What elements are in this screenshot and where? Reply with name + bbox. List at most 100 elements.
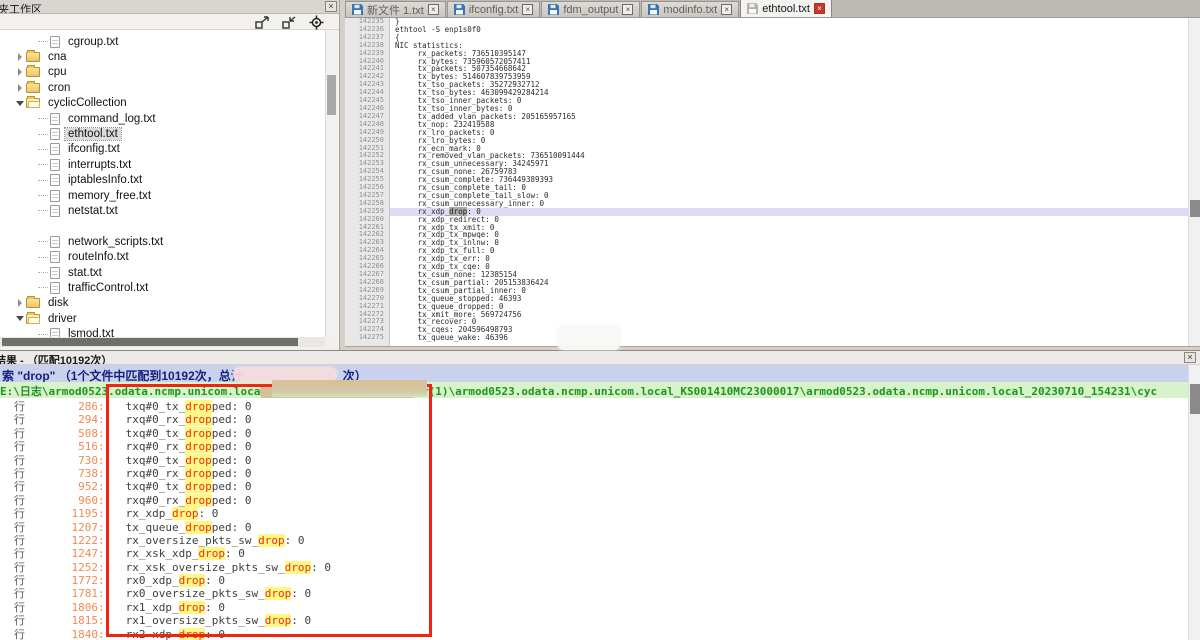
results-vertical-scrollbar[interactable]	[1188, 365, 1200, 640]
line-number: 142275	[345, 334, 384, 342]
tree-item-cgroup-txt[interactable]: cgroup.txt	[0, 34, 325, 49]
search-result-row[interactable]: 行1815:rx1_oversize_pkts_sw_drop: 0	[0, 612, 1188, 625]
floppy-icon	[352, 4, 363, 15]
search-result-row[interactable]: 行1772:rx0_xdp_drop: 0	[0, 572, 1188, 585]
tree-item-stat-txt[interactable]: stat.txt	[0, 265, 325, 280]
editor-vertical-scrollbar-thumb[interactable]	[1190, 200, 1200, 217]
tree-vertical-scrollbar[interactable]	[325, 30, 336, 337]
close-icon[interactable]: ×	[814, 3, 825, 14]
tree-vertical-scrollbar-thumb[interactable]	[327, 75, 336, 115]
tab-ifconfig-txt[interactable]: ifconfig.txt×	[447, 1, 541, 17]
search-result-row[interactable]: 行1207:tx_queue_dropped: 0	[0, 519, 1188, 532]
result-row-line-number: 1252	[34, 561, 98, 574]
tree-item-routeinfo-txt[interactable]: routeInfo.txt	[0, 249, 325, 264]
close-icon[interactable]: ×	[325, 1, 337, 12]
censored-tree-row	[0, 219, 325, 234]
tree-item-netstat-txt[interactable]: netstat.txt	[0, 203, 325, 218]
tree-item-label: netstat.txt	[65, 205, 121, 217]
search-result-row[interactable]: 行730:txq#0_tx_dropped: 0	[0, 452, 1188, 465]
chevron-right-icon[interactable]	[14, 68, 26, 76]
tree-item-ethtool-txt[interactable]: ethtool.txt	[0, 126, 325, 141]
tab-modinfo-txt[interactable]: modinfo.txt×	[641, 1, 739, 17]
tree-item-cron[interactable]: cron	[0, 80, 325, 95]
editor-body[interactable]: 1422351422361422371422381422391422401422…	[345, 18, 1200, 347]
chevron-down-icon[interactable]	[14, 316, 26, 321]
tree-item-disk[interactable]: disk	[0, 296, 325, 311]
search-result-row[interactable]: 行738:rxq#0_rx_dropped: 0	[0, 465, 1188, 478]
tree-item-lsmod-txt[interactable]: lsmod.txt	[0, 326, 325, 337]
tree-horizontal-scrollbar[interactable]	[0, 337, 325, 347]
chevron-right-icon[interactable]	[14, 53, 26, 61]
tab-fdm-output[interactable]: fdm_output×	[541, 1, 640, 17]
tab-ethtool-txt[interactable]: ethtool.txt×	[740, 0, 832, 17]
tree-item-label: driver	[45, 313, 80, 325]
match-highlight: drop	[198, 547, 225, 560]
search-result-row[interactable]: 行516:rxq#0_rx_dropped: 0	[0, 438, 1188, 451]
result-row-text: txq#0_tx_dropped: 0	[126, 454, 252, 467]
file-tree[interactable]: cgroup.txt cna cpucron cyclicCollection comm…	[0, 30, 325, 337]
chevron-right-icon[interactable]	[14, 84, 26, 92]
search-result-row[interactable]: 行1195:rx_xdp_drop: 0	[0, 505, 1188, 518]
search-result-row[interactable]: 行286:txq#0_tx_dropped: 0	[0, 398, 1188, 411]
result-row-text: txq#0_tx_dropped: 0	[126, 480, 252, 493]
tree-item-interrupts-txt[interactable]: interrupts.txt	[0, 157, 325, 172]
search-result-row[interactable]: 行1806:rx1_xdp_drop: 0	[0, 599, 1188, 612]
tree-item-ifconfig-txt[interactable]: ifconfig.txt	[0, 142, 325, 157]
search-result-row[interactable]: 行1840:rx2_xdp_drop: 0	[0, 626, 1188, 639]
search-result-row[interactable]: 行952:txq#0_tx_dropped: 0	[0, 478, 1188, 491]
tree-item-label: cyclicCollection	[45, 97, 130, 109]
tree-item-cna[interactable]: cna	[0, 49, 325, 64]
result-file-path-line[interactable]: E:\日志\armod0523.odata.ncmp.unicom.locaar…	[0, 382, 1188, 398]
tree-item-trafficcontrol-txt[interactable]: trafficControl.txt	[0, 280, 325, 295]
close-icon[interactable]: ×	[428, 4, 439, 15]
search-result-row[interactable]: 行508:txq#0_tx_dropped: 0	[0, 425, 1188, 438]
result-row-text: rxq#0_rx_dropped: 0	[126, 467, 252, 480]
editor-text-area[interactable]: }ethtool -S enp1s0f0{NIC statistics: rx_…	[390, 18, 1200, 346]
tree-connector	[38, 334, 48, 335]
tree-item-label: command_log.txt	[65, 113, 159, 125]
results-vertical-scrollbar-thumb[interactable]	[1190, 384, 1200, 414]
result-row-colon: :	[98, 440, 105, 453]
locate-current-file-icon[interactable]	[308, 15, 325, 29]
search-summary-line[interactable]: 索 "drop" （1个文件中匹配到10192次，总计次）	[0, 365, 1188, 382]
tab-1-txt[interactable]: 新文件 1.txt×	[345, 1, 446, 17]
tree-connector	[38, 180, 48, 181]
code-line: tx_tso_inner_packets: 0	[395, 97, 1200, 105]
result-row-text: rx1_oversize_pkts_sw_drop: 0	[126, 614, 311, 627]
tree-item-iptablesinfo-txt[interactable]: iptablesInfo.txt	[0, 173, 325, 188]
search-result-row[interactable]: 行294:rxq#0_rx_dropped: 0	[0, 411, 1188, 424]
search-result-row[interactable]: 行1222:rx_oversize_pkts_sw_drop: 0	[0, 532, 1188, 545]
collapse-all-icon[interactable]	[281, 15, 298, 29]
code-line: tx_queue_wake: 46396	[395, 334, 1200, 342]
tree-item-command-log-txt[interactable]: command_log.txt	[0, 111, 325, 126]
chevron-right-icon[interactable]	[14, 299, 26, 307]
close-icon[interactable]: ×	[1184, 352, 1196, 363]
search-result-row[interactable]: 行1252:rx_xsk_oversize_pkts_sw_drop: 0	[0, 559, 1188, 572]
tree-connector	[38, 241, 48, 242]
chevron-down-icon[interactable]	[14, 101, 26, 106]
search-result-row[interactable]: 行1781:rx0_oversize_pkts_sw_drop: 0	[0, 585, 1188, 598]
file-icon	[50, 190, 60, 202]
tree-item-label: cna	[45, 51, 70, 63]
search-result-row[interactable]: 行960:rxq#0_rx_dropped: 0	[0, 492, 1188, 505]
close-icon[interactable]: ×	[721, 4, 732, 15]
tree-item-cpu[interactable]: cpu	[0, 65, 325, 80]
tree-item-cycliccollection[interactable]: cyclicCollection	[0, 96, 325, 111]
close-icon[interactable]: ×	[522, 4, 533, 15]
result-row-line-number: 1772	[34, 574, 98, 587]
expand-all-icon[interactable]	[254, 15, 271, 29]
tree-item-label: iptablesInfo.txt	[65, 174, 145, 186]
tree-horizontal-scrollbar-thumb[interactable]	[2, 338, 298, 346]
tree-item-memory-free-txt[interactable]: memory_free.txt	[0, 188, 325, 203]
tree-item-network-scripts-txt[interactable]: network_scripts.txt	[0, 234, 325, 249]
result-row-colon: :	[98, 400, 105, 413]
folder-icon	[26, 83, 40, 93]
result-row-colon: :	[98, 547, 105, 560]
close-icon[interactable]: ×	[622, 4, 633, 15]
editor-vertical-scrollbar[interactable]	[1188, 18, 1200, 347]
result-row-text: rx2_xdp_drop: 0	[126, 628, 225, 640]
code-line: rx_xdp_tx_full: 0	[395, 247, 1200, 255]
app-window: 文件夹工作区 × cgroup.txtcnacpucroncyclicColle…	[0, 0, 1200, 640]
tree-item-driver[interactable]: driver	[0, 311, 325, 326]
search-result-row[interactable]: 行1247:rx_xsk_xdp_drop: 0	[0, 545, 1188, 558]
